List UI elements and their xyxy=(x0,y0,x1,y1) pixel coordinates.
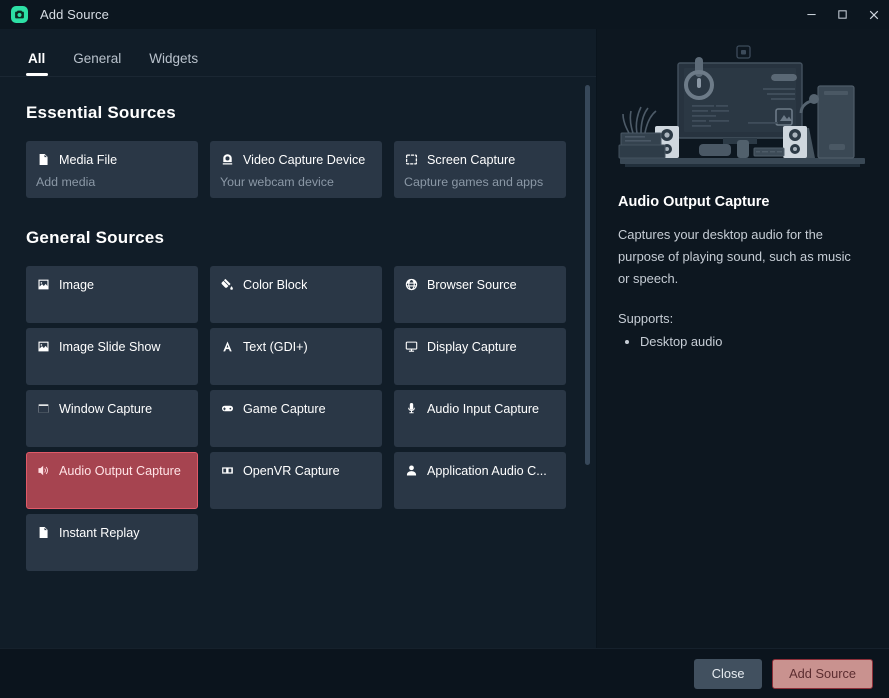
text-a-icon xyxy=(220,339,235,354)
screen-capture-icon xyxy=(404,152,419,167)
window-icon xyxy=(36,401,51,416)
essential-sources-grid: Media File Add media Video Capture Devic… xyxy=(26,141,566,198)
close-button[interactable]: Close xyxy=(694,658,763,689)
scrollbar-thumb[interactable] xyxy=(585,85,590,465)
tab-widgets[interactable]: Widgets xyxy=(135,50,212,77)
tab-all-label: All xyxy=(28,50,46,66)
desk-workstation-illustration xyxy=(615,41,870,178)
general-sources-grid: Image Color Block Browser Source Image S… xyxy=(26,266,566,571)
source-card-label: Audio Input Capture xyxy=(427,401,540,416)
maximize-icon[interactable] xyxy=(827,0,858,29)
source-card-screen-capture[interactable]: Screen Capture Capture games and apps xyxy=(394,141,566,198)
gamepad-icon xyxy=(220,401,235,416)
source-card-color-block[interactable]: Color Block xyxy=(210,266,382,323)
vr-headset-icon xyxy=(220,463,235,478)
document-icon xyxy=(36,525,51,540)
source-card-label: Video Capture Device xyxy=(243,152,366,167)
media-file-icon xyxy=(36,152,51,167)
source-card-browser-source[interactable]: Browser Source xyxy=(394,266,566,323)
tab-general[interactable]: General xyxy=(59,50,135,77)
monitor-icon xyxy=(404,339,419,354)
source-card-window-capture[interactable]: Window Capture xyxy=(26,390,198,447)
sources-scrollbar[interactable] xyxy=(584,83,591,642)
detail-supports-label: Supports: xyxy=(618,310,674,326)
section-title-general: General Sources xyxy=(26,228,165,247)
sources-scroll-area: Essential Sources Media File Add media V… xyxy=(0,77,596,648)
source-card-application-audio-capture[interactable]: Application Audio C... xyxy=(394,452,566,509)
source-card-openvr-capture[interactable]: OpenVR Capture xyxy=(210,452,382,509)
image-icon xyxy=(36,277,51,292)
source-card-instant-replay[interactable]: Instant Replay xyxy=(26,514,198,571)
speaker-icon xyxy=(36,463,51,478)
source-card-label: Application Audio C... xyxy=(427,463,547,478)
illustration-wrap xyxy=(597,29,889,178)
source-detail-panel: Audio Output Capture Captures your deskt… xyxy=(597,29,889,648)
source-card-label: Color Block xyxy=(243,277,308,292)
source-card-sub: Your webcam device xyxy=(220,175,334,189)
source-card-label: Media File xyxy=(59,152,118,167)
detail-description: Captures your desktop audio for the purp… xyxy=(618,227,851,287)
source-card-game-capture[interactable]: Game Capture xyxy=(210,390,382,447)
source-card-media-file[interactable]: Media File Add media xyxy=(26,141,198,198)
webcam-icon xyxy=(220,152,235,167)
camera-app-icon xyxy=(11,6,28,23)
add-source-dialog: Add Source All General Widgets Essential… xyxy=(0,0,889,698)
globe-icon xyxy=(404,277,419,292)
dialog-body: All General Widgets Essential Sources Me… xyxy=(0,29,889,648)
image-icon xyxy=(36,339,51,354)
source-card-sub: Capture games and apps xyxy=(404,175,544,189)
source-card-label: Image Slide Show xyxy=(59,339,161,354)
minimize-icon[interactable] xyxy=(796,0,827,29)
detail-content: Audio Output Capture Captures your deskt… xyxy=(597,178,889,353)
source-card-audio-input-capture[interactable]: Audio Input Capture xyxy=(394,390,566,447)
source-card-label: Text (GDI+) xyxy=(243,339,308,354)
source-card-display-capture[interactable]: Display Capture xyxy=(394,328,566,385)
person-icon xyxy=(404,463,419,478)
close-icon[interactable] xyxy=(858,0,889,29)
detail-title: Audio Output Capture xyxy=(618,194,770,210)
source-card-label: Screen Capture xyxy=(427,152,516,167)
source-card-text-gdi[interactable]: Text (GDI+) xyxy=(210,328,382,385)
tab-general-label: General xyxy=(73,50,122,66)
tab-widgets-label: Widgets xyxy=(149,50,199,66)
window-controls xyxy=(796,0,889,29)
list-item: Desktop audio xyxy=(640,331,867,353)
microphone-icon xyxy=(404,401,419,416)
title-bar: Add Source xyxy=(0,0,889,29)
source-card-label: Game Capture xyxy=(243,401,326,416)
color-block-icon xyxy=(220,277,235,292)
source-browser: All General Widgets Essential Sources Me… xyxy=(0,29,597,648)
source-card-video-capture-device[interactable]: Video Capture Device Your webcam device xyxy=(210,141,382,198)
source-card-label: Display Capture xyxy=(427,339,517,354)
source-card-label: Browser Source xyxy=(427,277,517,292)
source-card-label: Audio Output Capture xyxy=(59,463,181,478)
tab-all[interactable]: All xyxy=(14,50,59,77)
add-source-button[interactable]: Add Source xyxy=(772,658,873,689)
window-title: Add Source xyxy=(40,7,109,22)
source-card-label: OpenVR Capture xyxy=(243,463,340,478)
source-card-audio-output-capture[interactable]: Audio Output Capture xyxy=(26,452,198,509)
source-card-label: Instant Replay xyxy=(59,525,140,540)
detail-supports-list: Desktop audio xyxy=(618,331,867,353)
category-tabs: All General Widgets xyxy=(0,29,596,77)
source-card-image[interactable]: Image xyxy=(26,266,198,323)
source-card-image-slide-show[interactable]: Image Slide Show xyxy=(26,328,198,385)
source-card-sub: Add media xyxy=(36,175,96,189)
source-card-label: Window Capture xyxy=(59,401,153,416)
source-card-label: Image xyxy=(59,277,95,292)
dialog-footer: Close Add Source xyxy=(0,648,889,698)
section-title-essential: Essential Sources xyxy=(26,103,176,122)
